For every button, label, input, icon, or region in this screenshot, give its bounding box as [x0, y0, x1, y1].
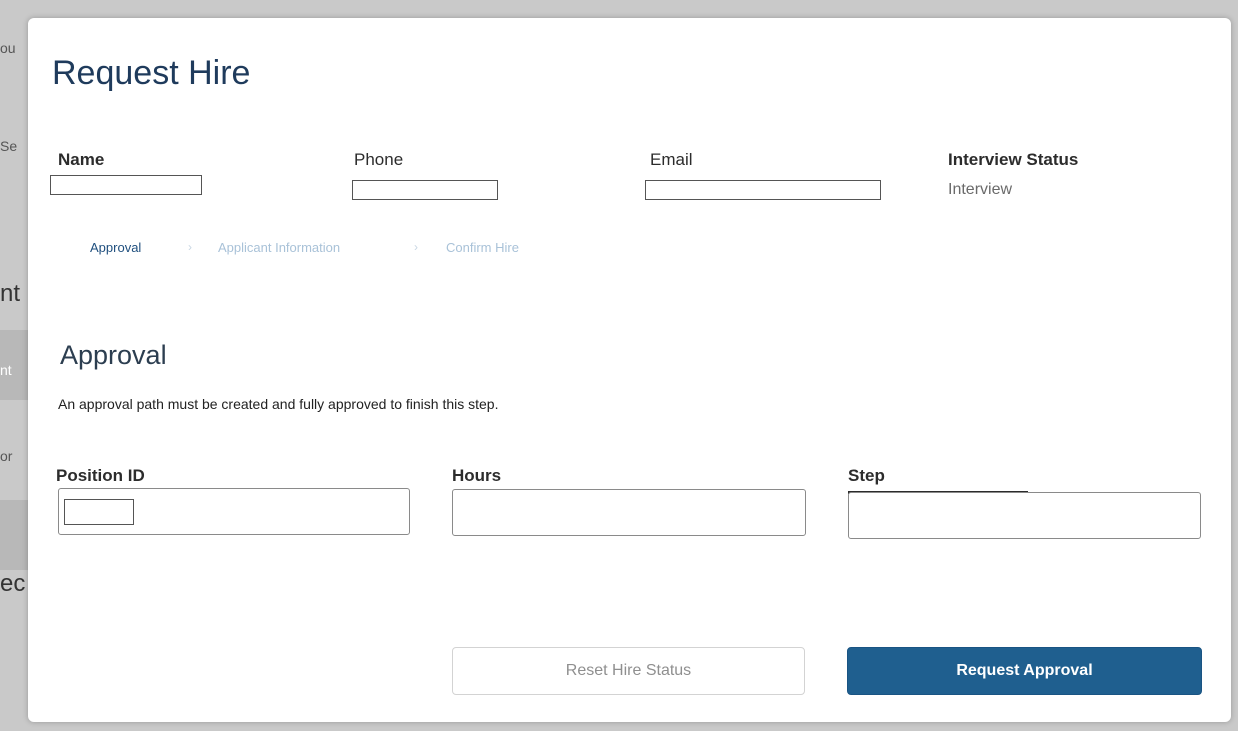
email-label: Email	[650, 150, 693, 169]
hours-label: Hours	[452, 466, 502, 485]
background-text: Se	[0, 138, 18, 154]
modal-title: Request Hire	[52, 54, 251, 92]
step-separator: ›	[414, 240, 418, 254]
phone-field[interactable]	[352, 180, 498, 200]
background-text: ou	[0, 40, 16, 56]
section-title: Approval	[60, 340, 167, 370]
step-confirm-hire[interactable]: Confirm Hire	[446, 240, 519, 255]
reset-hire-status-button[interactable]: Reset Hire Status	[452, 647, 805, 695]
background-text: nt	[0, 280, 21, 307]
section-description: An approval path must be created and ful…	[58, 396, 499, 412]
background-text: or	[0, 448, 13, 464]
position-id-inner-field[interactable]	[64, 499, 134, 525]
step-input[interactable]	[848, 492, 1201, 539]
hours-input[interactable]	[452, 489, 806, 536]
interview-status-value: Interview	[948, 181, 1013, 198]
name-label: Name	[58, 150, 105, 169]
request-hire-modal: Request Hire Name Phone Email Interview …	[28, 18, 1231, 722]
step-approval[interactable]: Approval	[90, 240, 141, 255]
background-text: nt	[0, 362, 12, 378]
step-label: Step	[848, 466, 885, 485]
step-separator: ›	[188, 240, 192, 254]
email-field[interactable]	[645, 180, 881, 200]
interview-status-label: Interview Status	[948, 150, 1079, 169]
background-text: ec	[0, 570, 26, 597]
request-approval-button[interactable]: Request Approval	[847, 647, 1202, 695]
position-id-input[interactable]	[58, 488, 410, 535]
name-field[interactable]	[50, 175, 202, 195]
position-id-label: Position ID	[56, 466, 145, 485]
step-applicant-information[interactable]: Applicant Information	[218, 240, 340, 255]
phone-label: Phone	[354, 150, 404, 169]
